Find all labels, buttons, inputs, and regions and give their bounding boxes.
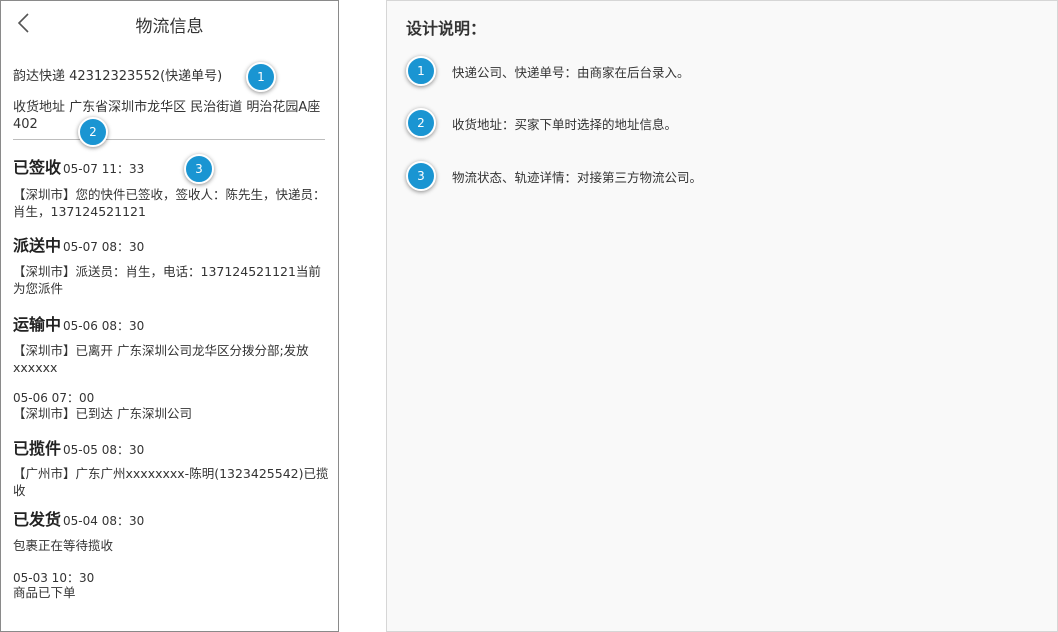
timeline-status-row: 已签收 05-07 11：33 [13, 158, 144, 179]
status-time: 05-05 08：30 [63, 443, 145, 457]
timeline-detail: 【深圳市】已到达 广东深圳公司 [13, 406, 192, 421]
annotation-badge: 3 [406, 161, 436, 191]
panel-title: 设计说明： [406, 19, 487, 38]
status-time: 05-07 11：33 [63, 162, 145, 176]
timeline-detail: 【广州市】广东广州xxxxxxxx-陈明(1323425542)已揽收 [13, 466, 329, 498]
shipping-address: 收货地址 广东省深圳市龙华区 民治街道 明治花园A座402 [13, 100, 321, 132]
status-label: 已发货 [13, 510, 62, 529]
nav-bar: 物流信息 [1, 1, 338, 45]
annotation-badge: 2 [406, 108, 436, 138]
courier-info: 韵达快递 42312323552(快递单号) [13, 69, 223, 84]
status-time: 05-07 08：30 [63, 240, 145, 254]
timeline-status-row: 运输中 05-06 08：30 [13, 315, 144, 336]
note-text: 物流状态、轨迹详情：对接第三方物流公司。 [452, 170, 703, 185]
design-notes-panel: 设计说明： 1 快递公司、快递单号：由商家在后台录入。 2 收货地址：买家下单时… [386, 0, 1058, 632]
page-title: 物流信息 [135, 17, 204, 37]
timeline-detail: 包裹正在等待揽收 [13, 538, 114, 553]
timeline-status-row: 已揽件 05-05 08：30 [13, 439, 144, 460]
timeline-status-row: 已发货 05-04 08：30 [13, 510, 144, 531]
note-text: 快递公司、快递单号：由商家在后台录入。 [452, 65, 690, 80]
divider [13, 139, 325, 140]
timeline-detail: 【深圳市】已离开 广东深圳公司龙华区分拨分部;发放 xxxxxx [13, 343, 309, 375]
timeline-status-row: 派送中 05-07 08：30 [13, 236, 144, 257]
status-label: 已揽件 [13, 439, 62, 458]
timeline-detail: 【深圳市】派送员：肖生，电话：137124521121当前为您派件 [13, 264, 321, 296]
timeline-detail: 商品已下单 [13, 585, 76, 600]
phone-screen: 物流信息 韵达快递 42312323552(快递单号) 收货地址 广东省深圳市龙… [0, 0, 339, 632]
status-label: 已签收 [13, 158, 62, 177]
status-time: 05-06 08：30 [63, 319, 145, 333]
timeline-detail: 【深圳市】您的快件已签收，签收人：陈先生，快递员：肖生，137124521121 [13, 187, 326, 219]
annotation-badge: 2 [78, 117, 108, 147]
timeline-time: 05-06 07：00 [13, 391, 95, 405]
timeline-time: 05-03 10：30 [13, 571, 95, 585]
note-text: 收货地址：买家下单时选择的地址信息。 [452, 117, 678, 132]
status-label: 运输中 [13, 315, 62, 334]
status-time: 05-04 08：30 [63, 514, 145, 528]
status-label: 派送中 [13, 236, 62, 255]
annotation-badge: 3 [184, 154, 214, 184]
annotation-badge: 1 [246, 62, 276, 92]
annotation-badge: 1 [406, 56, 436, 86]
